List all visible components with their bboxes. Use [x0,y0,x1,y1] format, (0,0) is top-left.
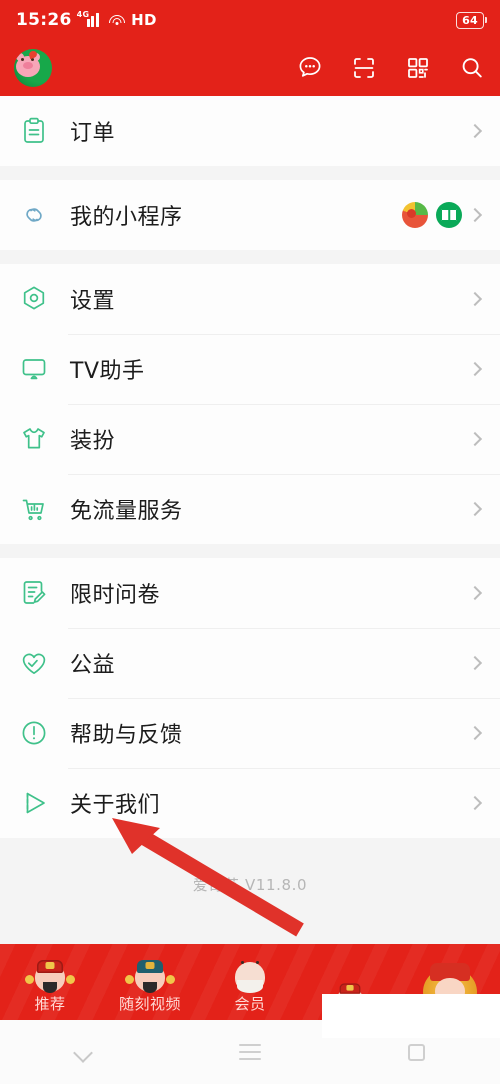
nav-menu-button[interactable] [167,1044,334,1060]
network-type-label: 4G [76,10,90,19]
tab-label: 推荐 [34,995,66,1013]
menu-item-my-mini-programs[interactable]: 我的小程序 [0,180,500,250]
status-bar-left: 15:26 4G HD [16,10,157,30]
battery-icon: 64 [456,11,484,29]
menu-item-label: 订单 [70,121,116,146]
cellular-signal-icon: 4G [76,10,104,27]
menu-group: 设置 TV助手 装扮 免流量服务 [0,264,500,544]
settings-list[interactable]: 订单 我的小程序 设置 TV助手 装扮 免流量服务 限时问卷 公益 帮助与反馈 … [0,96,500,944]
menu-item-label: 我的小程序 [70,205,183,230]
menu-item-free-data-service[interactable]: 免流量服务 [0,474,500,544]
menu-group: 我的小程序 [0,180,500,250]
heart-check-icon [16,645,52,681]
search-icon[interactable] [458,54,486,82]
chevron-right-icon [467,291,483,307]
app-header-actions [296,54,486,82]
app-header [0,40,500,96]
menu-item-charity[interactable]: 公益 [0,628,500,698]
menu-item-settings[interactable]: 设置 [0,264,500,334]
chevron-right-icon [467,501,483,517]
menu-item-label: 限时问卷 [70,583,161,608]
menu-item-label: 免流量服务 [70,499,183,524]
menu-item-label: 设置 [70,289,116,314]
chevron-right-icon [467,361,483,377]
tab-vip[interactable]: 会员 [200,944,300,1020]
tshirt-icon [16,421,52,457]
elder-white-beard-icon [227,952,273,993]
menu-item-limited-survey[interactable]: 限时问卷 [0,558,500,628]
version-text: 爱奇艺 V11.8.0 [192,876,308,894]
god-of-fortune-red-icon [25,952,75,993]
status-bar-right: 64 [456,11,484,29]
survey-edit-icon [16,575,52,611]
message-icon[interactable] [296,54,324,82]
tab-recommend[interactable]: 推荐 [0,944,100,1020]
chevron-right-icon [467,123,483,139]
menu-item-dressup[interactable]: 装扮 [0,404,500,474]
wifi-icon [109,14,126,27]
menu-item-orders[interactable]: 订单 [0,96,500,166]
menu-item-about-us[interactable]: 关于我们 [0,768,500,838]
status-time: 15:26 [16,10,72,30]
nav-back-button[interactable] [0,1042,167,1062]
chevron-right-icon [467,207,483,223]
menu-item-tv-assistant[interactable]: TV助手 [0,334,500,404]
chevron-right-icon [467,655,483,671]
app-screen: 15:26 4G HD 64 订单 我的小程序 设置 TV助手 装扮 免流量服务… [0,0,500,1084]
mini-program-book-icon[interactable] [436,202,462,228]
chevron-down-icon [73,1042,93,1062]
tab-label: 会员 [234,995,266,1013]
menu-item-help-feedback[interactable]: 帮助与反馈 [0,698,500,768]
mini-program-fruit-icon[interactable] [402,202,428,228]
tab-shuake-video[interactable]: 随刻视频 [100,944,200,1020]
menu-item-label: 帮助与反馈 [70,723,183,748]
help-circle-icon [16,715,52,751]
chevron-right-icon [467,585,483,601]
god-of-fortune-teal-icon [125,952,175,993]
menu-item-label: 关于我们 [70,793,161,818]
play-triangle-icon [16,785,52,821]
menu-item-label: 公益 [70,653,116,678]
menu-group: 订单 [0,96,500,166]
hd-label: HD [131,11,157,29]
status-bar: 15:26 4G HD 64 [0,0,500,40]
chevron-right-icon [467,725,483,741]
cart-icon [16,491,52,527]
avatar[interactable] [14,49,52,87]
chevron-right-icon [467,795,483,811]
nav-recents-button[interactable] [333,1043,500,1061]
tv-icon [16,351,52,387]
menu-group: 限时问卷 公益 帮助与反馈 关于我们 [0,558,500,838]
qrcode-icon[interactable] [404,54,432,82]
section-divider [0,544,500,558]
square-recents-icon [408,1043,426,1061]
section-divider [0,166,500,180]
scan-icon[interactable] [350,54,378,82]
link-icon [16,197,52,233]
clipboard-icon [16,113,52,149]
screenshot-occlusion-overlay [322,994,500,1038]
hamburger-menu-icon [239,1044,261,1060]
menu-item-label: 装扮 [70,429,116,454]
settings-hexagon-icon [16,281,52,317]
chevron-right-icon [467,431,483,447]
menu-item-label: TV助手 [70,359,145,384]
tab-label: 随刻视频 [118,995,181,1013]
section-divider [0,250,500,264]
